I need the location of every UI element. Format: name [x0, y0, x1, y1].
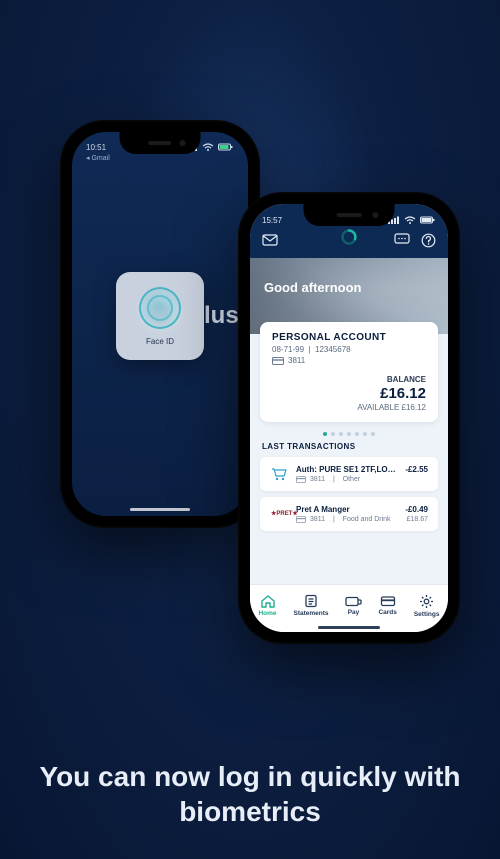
wifi-icon	[404, 216, 416, 224]
account-name: PERSONAL ACCOUNT	[272, 332, 426, 343]
cards-icon	[380, 595, 396, 607]
tx-merchant: Pret A Manger	[296, 505, 350, 514]
phone-right: 15:57	[238, 192, 460, 644]
pay-icon	[345, 595, 361, 607]
nav-pay[interactable]: Pay	[345, 595, 361, 616]
help-icon	[421, 233, 436, 248]
tx-merchant: Auth: PURE SE1 2TF,LONDON…	[296, 465, 399, 474]
gear-icon	[419, 594, 434, 609]
tx-amount: -£0.49	[405, 505, 428, 514]
mail-icon	[262, 234, 278, 246]
faceid-prompt[interactable]: Face ID	[116, 272, 204, 360]
phone-left-screen: 10:51 ◂ Gmail lus Face ID	[72, 132, 248, 516]
tx-meta: 3811 | Other	[296, 476, 428, 483]
faceid-label: Face ID	[146, 337, 174, 346]
notch	[120, 132, 201, 154]
tx-amount: -£2.55	[405, 465, 428, 474]
inbox-button[interactable]	[262, 232, 278, 248]
notch	[303, 204, 394, 226]
account-card-mask: 3811	[272, 356, 426, 365]
last-tx-heading: LAST TRANSACTIONS	[262, 442, 438, 451]
cart-icon	[270, 467, 288, 481]
statements-icon	[304, 594, 318, 608]
card-icon	[296, 516, 306, 523]
nav-label: Settings	[414, 611, 440, 618]
transaction-row[interactable]: ★PRET★ Pret A Manger -£0.49 3811 | Food …	[260, 497, 438, 531]
wifi-icon	[202, 143, 214, 151]
nav-label: Cards	[378, 609, 396, 616]
balance-label: BALANCE	[272, 375, 426, 384]
svg-text:★PRET★: ★PRET★	[271, 510, 298, 517]
nav-label: Home	[258, 610, 276, 617]
battery-icon	[218, 143, 234, 151]
brand-text-partial: lus	[204, 302, 239, 330]
nav-label: Pay	[348, 609, 360, 616]
home-indicator[interactable]	[130, 508, 190, 511]
carousel-dots[interactable]	[260, 432, 438, 436]
phone-right-screen: 15:57	[250, 204, 448, 632]
faceid-icon	[139, 287, 181, 329]
card-icon	[272, 357, 284, 365]
phone-left: 10:51 ◂ Gmail lus Face ID	[60, 120, 260, 528]
card-icon	[296, 476, 306, 483]
tx-amount-secondary: £18.67	[407, 516, 428, 523]
tx-meta: 3811 | Food and Drink	[296, 516, 391, 523]
pret-icon: ★PRET★	[270, 507, 288, 517]
promo-caption: You can now log in quickly with biometri…	[0, 759, 500, 829]
status-time: 15:57	[262, 216, 282, 225]
chat-icon	[394, 233, 410, 247]
content-area: PERSONAL ACCOUNT 08-71-99 | 12345678 381…	[250, 334, 448, 531]
account-numbers: 08-71-99 | 12345678	[272, 345, 426, 354]
chat-button[interactable]	[394, 232, 410, 248]
nav-label: Statements	[293, 610, 328, 617]
battery-icon	[420, 216, 436, 224]
bottom-nav: Home Statements Pay Cards Settings	[250, 584, 448, 632]
brand-logo-small	[340, 228, 358, 251]
greeting: Good afternoon	[264, 280, 434, 295]
status-back-app[interactable]: ◂ Gmail	[72, 154, 248, 162]
balance-amount: £16.12	[272, 385, 426, 402]
nav-home[interactable]: Home	[258, 594, 276, 617]
home-icon	[260, 594, 276, 608]
nav-statements[interactable]: Statements	[293, 594, 328, 617]
help-button[interactable]	[420, 232, 436, 248]
status-time: 10:51	[86, 143, 106, 152]
nav-cards[interactable]: Cards	[378, 595, 396, 616]
nav-settings[interactable]: Settings	[414, 594, 440, 618]
transaction-row[interactable]: Auth: PURE SE1 2TF,LONDON… -£2.55 3811 |…	[260, 457, 438, 491]
available-balance: AVAILABLE £16.12	[272, 403, 426, 412]
home-indicator[interactable]	[318, 626, 380, 629]
account-card[interactable]: PERSONAL ACCOUNT 08-71-99 | 12345678 381…	[260, 322, 438, 422]
